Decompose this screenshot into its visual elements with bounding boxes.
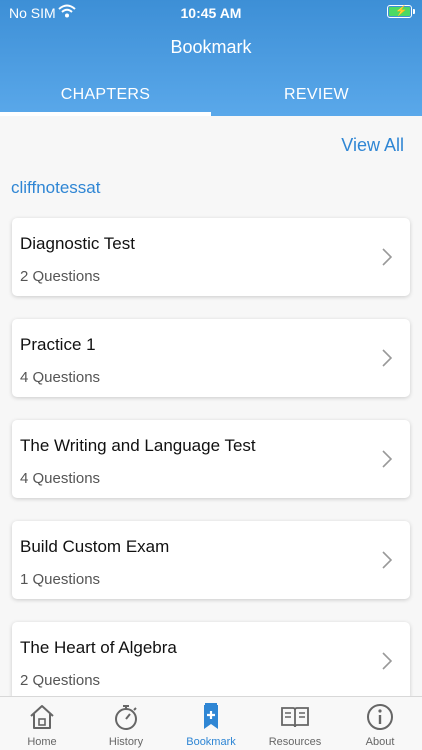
tabbar-label: About: [365, 736, 395, 748]
bookmark-icon: [204, 703, 218, 729]
card-title: The Heart of Algebra: [20, 638, 177, 657]
battery-icon: ⚡: [387, 5, 415, 18]
card-subtitle: 1 Questions: [20, 571, 101, 588]
chevron-right-icon: [382, 652, 392, 670]
chevron-right-icon: [382, 349, 392, 367]
tab-review[interactable]: REVIEW: [211, 73, 422, 116]
bookmark-card[interactable]: Practice 1 4 Questions: [12, 319, 410, 397]
segment-tabs: CHAPTERS REVIEW: [0, 73, 422, 116]
charging-bolt-icon: ⚡: [395, 6, 408, 17]
tab-review-label: REVIEW: [284, 86, 349, 103]
tabbar-item-home[interactable]: Home: [0, 697, 84, 750]
chevron-right-icon: [382, 248, 392, 266]
card-title: Diagnostic Test: [20, 234, 135, 253]
card-subtitle: 2 Questions: [20, 268, 101, 285]
bookmark-card[interactable]: The Writing and Language Test 4 Question…: [12, 420, 410, 498]
tab-chapters[interactable]: CHAPTERS: [0, 73, 211, 116]
bookmark-list-area[interactable]: View All cliffnotessat Diagnostic Test 2…: [0, 116, 422, 696]
chevron-right-icon: [382, 551, 392, 569]
home-icon: [30, 705, 54, 729]
tabbar-item-bookmark[interactable]: Bookmark: [169, 697, 253, 750]
status-time: 10:45 AM: [180, 5, 242, 21]
status-bar: No SIM 10:45 AM ⚡: [0, 0, 422, 24]
card-subtitle: 2 Questions: [20, 672, 101, 689]
info-icon: [367, 704, 393, 730]
tabbar-label: Bookmark: [186, 736, 236, 748]
app-header: No SIM 10:45 AM ⚡ Bookmark CHAPTERS REVI…: [0, 0, 422, 116]
card-subtitle: 4 Questions: [20, 470, 101, 487]
card-title: Practice 1: [20, 335, 96, 354]
book-icon: [281, 707, 309, 728]
card-title: The Writing and Language Test: [20, 436, 256, 455]
page-title: Bookmark: [170, 37, 252, 57]
view-all-link[interactable]: View All: [341, 135, 404, 156]
bookmark-card[interactable]: Build Custom Exam 1 Questions: [12, 521, 410, 599]
bookmark-card[interactable]: Diagnostic Test 2 Questions: [12, 218, 410, 296]
tab-chapters-label: CHAPTERS: [60, 86, 151, 103]
group-label: cliffnotessat: [11, 178, 101, 197]
stopwatch-icon: [115, 705, 137, 730]
card-title: Build Custom Exam: [20, 537, 170, 556]
tabbar-item-resources[interactable]: Resources: [253, 697, 337, 750]
tabbar-item-about[interactable]: About: [338, 697, 422, 750]
tabbar-item-history[interactable]: History: [84, 697, 168, 750]
tabbar-label: Home: [27, 736, 57, 748]
card-subtitle: 4 Questions: [20, 369, 101, 386]
bookmark-card[interactable]: The Heart of Algebra 2 Questions: [12, 622, 410, 696]
bottom-tab-bar: Home History Bookmark Resources About: [0, 696, 422, 750]
tabbar-label: History: [108, 736, 144, 748]
chevron-right-icon: [382, 450, 392, 468]
tabbar-label: Resources: [268, 736, 322, 748]
